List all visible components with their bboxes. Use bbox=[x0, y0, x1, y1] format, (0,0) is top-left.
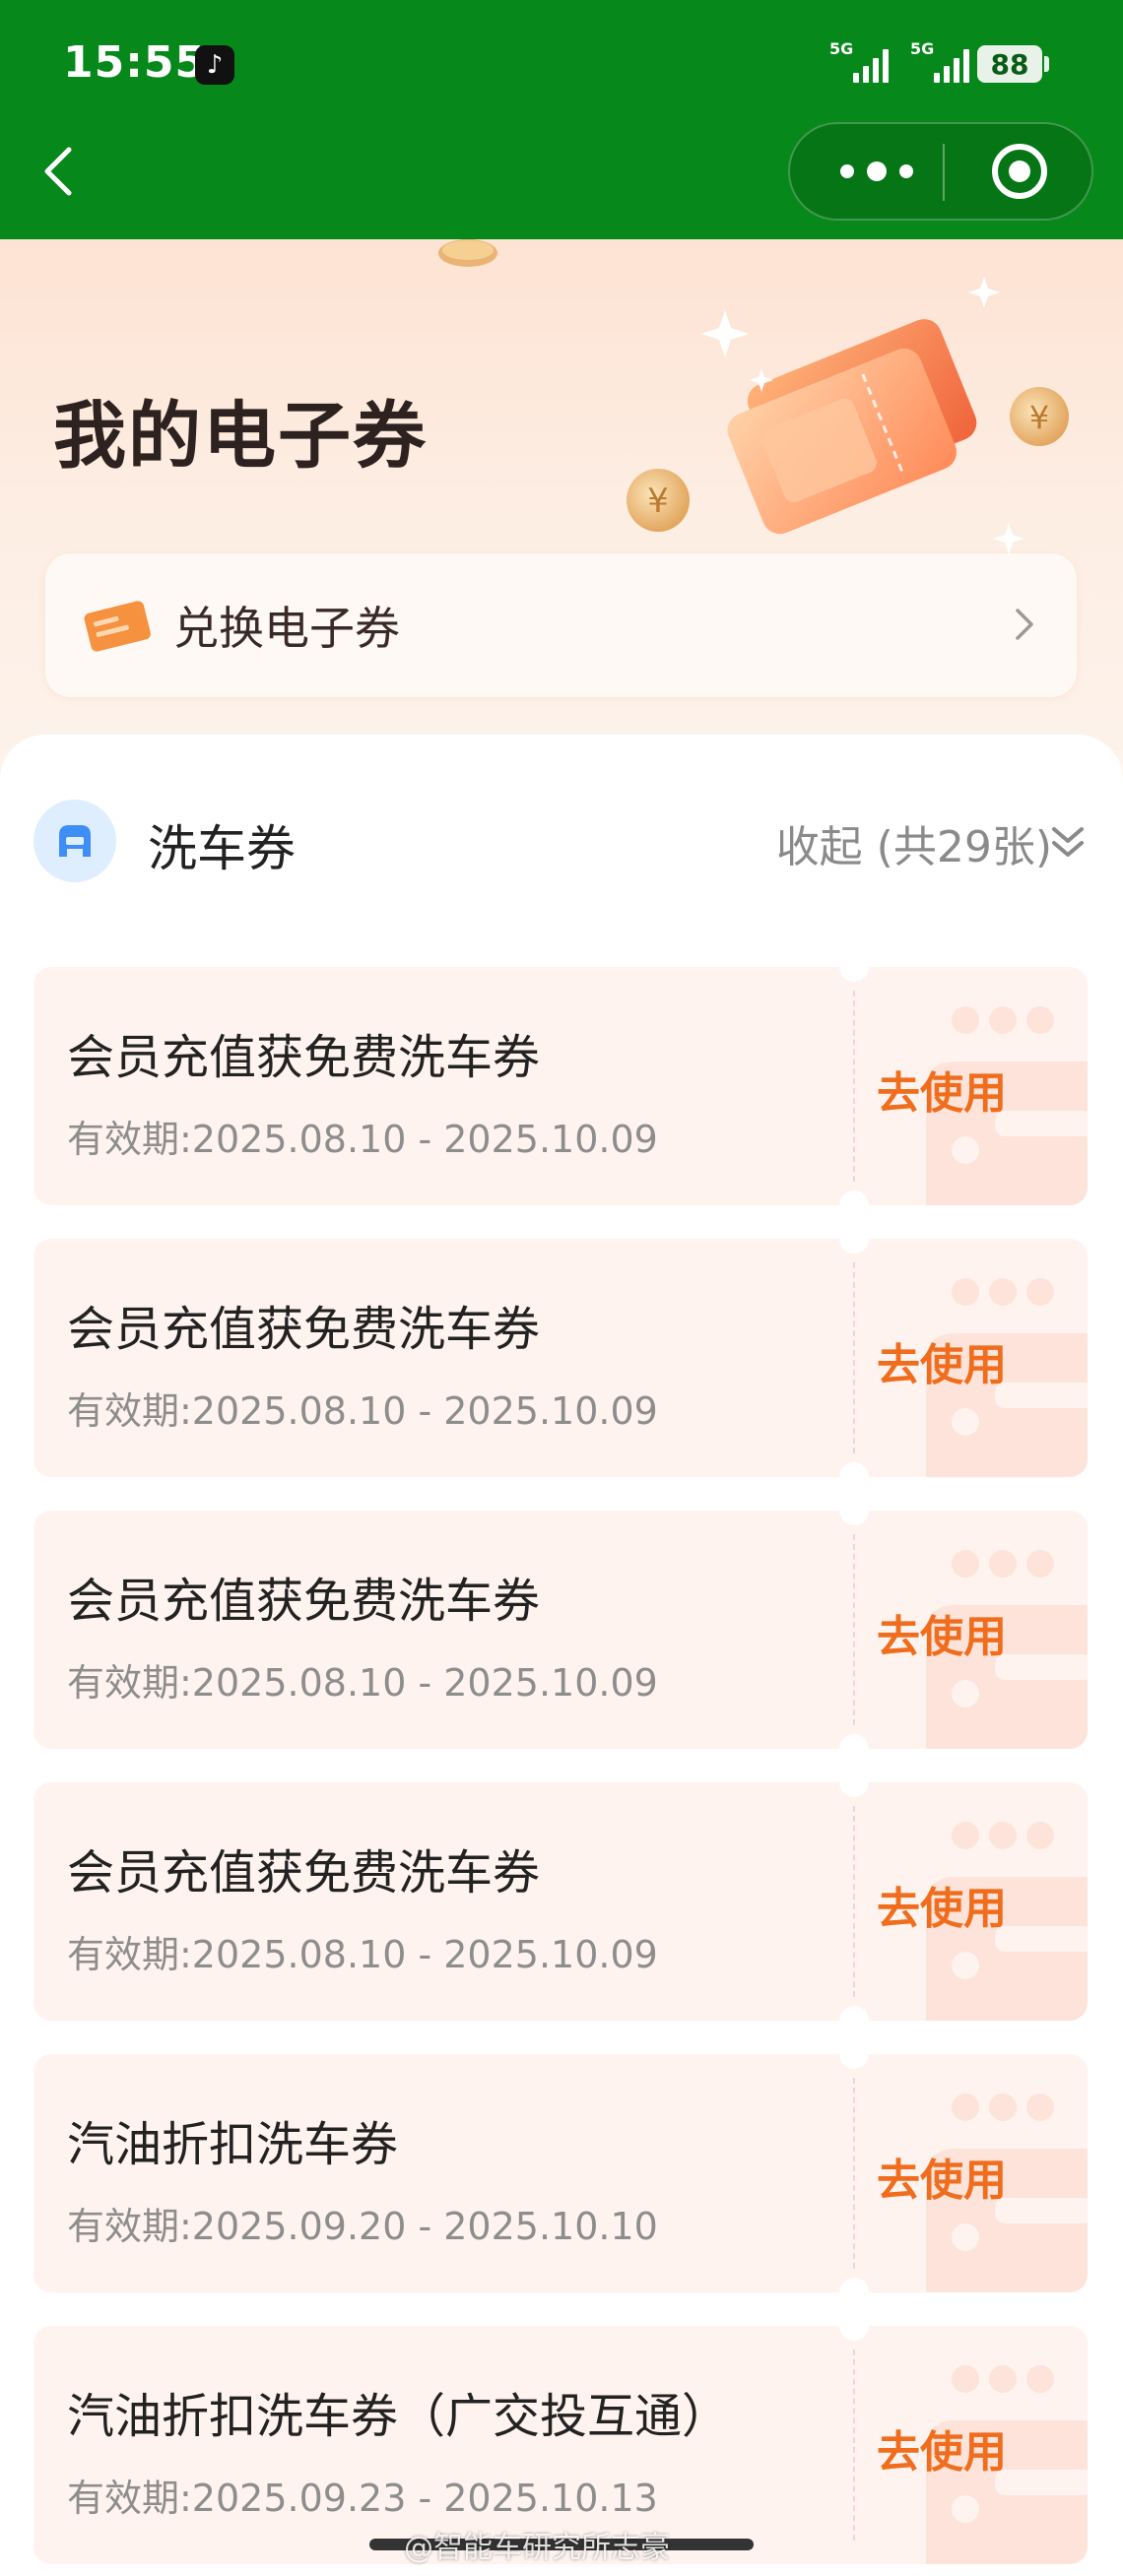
coupon-name: 会员充值获免费洗车券 bbox=[67, 1574, 541, 1629]
chevron-right-icon bbox=[1016, 609, 1033, 640]
card-divider bbox=[853, 2350, 855, 2541]
svg-text:¥: ¥ bbox=[1029, 399, 1049, 436]
use-coupon-button[interactable]: 去使用 bbox=[877, 1873, 1007, 1936]
coupon-name: 会员充值获免费洗车券 bbox=[67, 1302, 541, 1357]
battery-indicator: 88 bbox=[977, 45, 1042, 83]
close-target-icon[interactable] bbox=[965, 142, 1074, 201]
coupon-card: 会员充值获免费洗车券 有效期:2025.08.10 - 2025.10.09 去… bbox=[33, 1782, 1088, 2021]
card-notch bbox=[839, 1191, 869, 1205]
card-notch bbox=[839, 1782, 869, 1797]
coin-icon bbox=[438, 239, 497, 267]
double-chevron-up-icon[interactable] bbox=[1050, 821, 1086, 865]
coupon-validity: 有效期:2025.08.10 - 2025.10.09 bbox=[67, 1661, 658, 1705]
more-dots-icon[interactable] bbox=[822, 142, 940, 201]
use-coupon-button[interactable]: 去使用 bbox=[877, 1058, 1007, 1121]
coupon-list-panel: 洗车券 收起 (共29张) 会员充值获免费洗车券 有效期:2025.08.10 … bbox=[0, 735, 1123, 2576]
ticket-illustration-icon: ¥ ¥ bbox=[627, 277, 1069, 554]
coupon-ticket-icon bbox=[84, 601, 151, 652]
card-divider bbox=[853, 2078, 855, 2269]
coupon-name: 汽油折扣洗车券（广交投互通） bbox=[67, 2389, 730, 2444]
category-title: 洗车券 bbox=[148, 820, 296, 877]
battery-tip bbox=[1044, 56, 1049, 72]
coupon-validity: 有效期:2025.08.10 - 2025.10.09 bbox=[67, 1389, 658, 1433]
status-time: 15:55 bbox=[63, 37, 207, 88]
coupon-name: 会员充值获免费洗车券 bbox=[67, 1845, 541, 1900]
capsule-divider bbox=[943, 144, 945, 201]
card-notch bbox=[839, 2278, 869, 2292]
car-wash-category-icon bbox=[33, 800, 116, 882]
card-divider bbox=[853, 1262, 855, 1453]
card-notch bbox=[839, 2326, 869, 2341]
use-coupon-button[interactable]: 去使用 bbox=[877, 2416, 1007, 2479]
card-notch bbox=[839, 1239, 869, 1254]
coupon-card: 汽油折扣洗车券 有效期:2025.09.20 - 2025.10.10 去使用 bbox=[33, 2054, 1088, 2292]
mini-program-capsule bbox=[788, 122, 1093, 221]
coupon-card: 会员充值获免费洗车券 有效期:2025.08.10 - 2025.10.09 去… bbox=[33, 967, 1088, 1205]
coupon-validity: 有效期:2025.08.10 - 2025.10.09 bbox=[67, 1118, 658, 1161]
use-coupon-button[interactable]: 去使用 bbox=[877, 1329, 1007, 1392]
watermark-text: @智能车研究所志豪 bbox=[404, 2531, 670, 2565]
status-bar: 15:55 ♪ 5G 5G 88 bbox=[0, 0, 1123, 128]
top-bar: 15:55 ♪ 5G 5G 88 bbox=[0, 0, 1123, 239]
signal-label: 5G bbox=[829, 39, 854, 58]
coupon-card: 会员充值获免费洗车券 有效期:2025.08.10 - 2025.10.09 去… bbox=[33, 1239, 1088, 1477]
back-arrow-icon[interactable] bbox=[39, 144, 79, 199]
card-notch bbox=[839, 2006, 869, 2021]
svg-text:¥: ¥ bbox=[647, 482, 669, 521]
coupon-validity: 有效期:2025.09.20 - 2025.10.10 bbox=[67, 2205, 658, 2248]
card-notch bbox=[839, 2054, 869, 2069]
card-divider bbox=[853, 1806, 855, 1997]
redeem-label: 兑换电子券 bbox=[173, 602, 400, 655]
card-divider bbox=[853, 991, 855, 1182]
collapse-toggle[interactable]: 收起 (共29张) bbox=[776, 811, 1052, 874]
coupon-name: 汽油折扣洗车券 bbox=[67, 2117, 399, 2172]
use-coupon-button[interactable]: 去使用 bbox=[877, 2145, 1007, 2208]
coupon-card: 会员充值获免费洗车券 有效期:2025.08.10 - 2025.10.09 去… bbox=[33, 1511, 1088, 1749]
card-notch bbox=[839, 1462, 869, 1477]
page-title: 我的电子券 bbox=[53, 394, 428, 479]
card-divider bbox=[853, 1534, 855, 1725]
card-notch bbox=[839, 1511, 869, 1525]
card-notch bbox=[839, 1734, 869, 1749]
signal-label-2: 5G bbox=[910, 39, 935, 58]
coupon-validity: 有效期:2025.09.23 - 2025.10.13 bbox=[67, 2477, 658, 2520]
tiktok-icon: ♪ bbox=[195, 45, 234, 85]
coupon-validity: 有效期:2025.08.10 - 2025.10.09 bbox=[67, 1933, 658, 1976]
coupon-name: 会员充值获免费洗车券 bbox=[67, 1030, 541, 1085]
card-notch bbox=[839, 967, 869, 982]
use-coupon-button[interactable]: 去使用 bbox=[877, 1601, 1007, 1664]
redeem-coupon-row[interactable]: 兑换电子券 bbox=[45, 553, 1077, 697]
